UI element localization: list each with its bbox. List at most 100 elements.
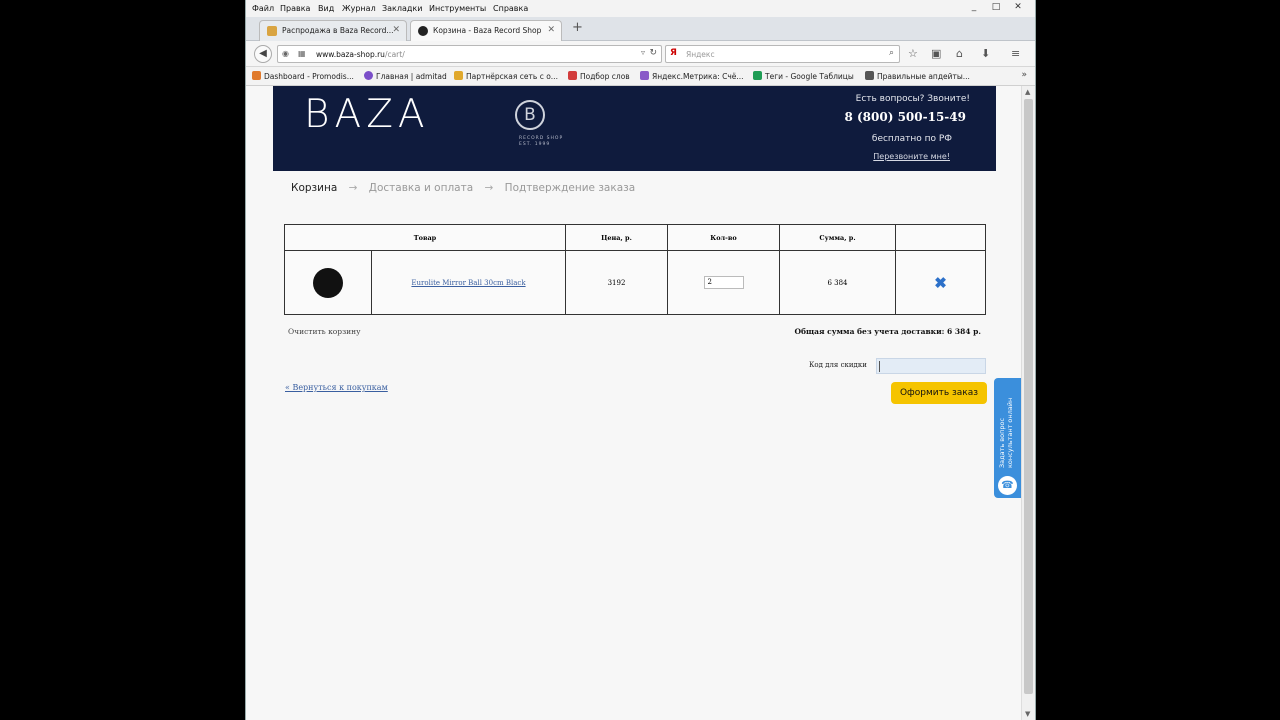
menu-help[interactable]: Справка [493,4,528,13]
promo-input[interactable] [876,358,986,374]
bookmark-metrika[interactable]: Яндекс.Метрика: Счё... [640,71,744,81]
bookmark-sheets[interactable]: Теги - Google Таблицы [753,71,854,81]
col-sum: Сумма, р. [779,224,896,251]
back-to-shop-link[interactable]: « Вернуться к покупкам [285,383,388,392]
mirror-ball-image [313,267,343,298]
bookmark-label: Теги - Google Таблицы [765,72,854,81]
tab-label: Распродажа в Baza Record... [282,26,394,35]
star-icon[interactable]: ☆ [908,47,918,60]
phone-icon: ☎ [998,476,1017,495]
home-icon[interactable]: ⌂ [956,47,963,60]
reload-icon[interactable]: ↻ [649,48,657,58]
step-separator: → [348,182,358,194]
scroll-down-icon[interactable]: ▼ [1025,710,1030,718]
maximize-icon[interactable]: □ [985,2,1007,12]
tab-favicon-icon [267,26,277,36]
qty-cell: 2 [667,250,780,315]
product-price: 3192 [565,250,668,315]
bookmark-label: Яндекс.Метрика: Счё... [652,72,744,81]
quantity-input[interactable]: 2 [703,276,744,289]
bookmark-label: Правильные апдейты... [877,72,970,81]
back-arrow-icon[interactable]: ◀ [254,45,272,63]
clear-cart-link[interactable]: Очистить корзину [288,327,361,336]
logo-subtitle: RECORD SHOP EST. 1999 [519,136,564,147]
header-question: Есть вопросы? Звоните! [855,94,970,104]
new-tab-icon[interactable]: + [572,20,583,35]
bookmark-label: Главная | admitad [376,72,447,81]
bookmark-favicon-icon [568,71,577,80]
bookmark-dashboard[interactable]: Dashboard - Promodis... [252,71,354,81]
step-separator: → [484,182,494,194]
cart-table: Товар Цена, р. Кол-во Сумма, р. Eurolite… [284,224,986,315]
promo-label: Код для скидки [809,361,867,369]
navigation-bar: ◀ ◉ ▦ www.baza-shop.ru/cart/ ▿ ↻ Я Яндек… [246,41,1035,67]
minimize-icon[interactable]: _ [963,2,985,12]
globe-icon: ◉ [282,49,289,58]
tab-label: Корзина - Baza Record Shop [433,26,542,35]
checkout-steps: Корзина → Доставка и оплата → Подтвержде… [291,182,635,194]
site-info-icon[interactable]: ▦ [298,49,306,58]
menu-bookmarks[interactable]: Закладки [382,4,422,13]
search-placeholder: Яндекс [686,50,715,59]
delete-cell: ✖ [895,250,986,315]
cart-header-row: Товар Цена, р. Кол-во Сумма, р. [284,224,986,251]
bookmark-admitad[interactable]: Главная | admitad [364,71,447,81]
url-host: www.baza-shop.ru [316,50,385,59]
ask-question-widget[interactable]: Задать вопрос консультант онлайн ☎ [994,378,1021,498]
url-bar[interactable]: ◉ ▦ www.baza-shop.ru/cart/ ▿ ↻ [277,45,662,63]
product-name-cell: Eurolite Mirror Ball 30cm Black [371,250,566,315]
table-row: Eurolite Mirror Ball 30cm Black 3192 2 6… [284,250,986,315]
bookmark-updates[interactable]: Правильные апдейты... [865,71,970,81]
tab-sale[interactable]: Распродажа в Baza Record... ✕ [259,20,407,41]
hamburger-menu-icon[interactable]: ≡ [1011,47,1020,60]
tab-close-icon[interactable]: ✕ [547,25,555,35]
clipboard-icon[interactable]: ▣ [931,47,941,60]
step-confirm: Подтверждение заказа [504,182,636,194]
menu-history[interactable]: Журнал [342,4,376,13]
header-phone[interactable]: 8 (800) 500-15-49 [844,110,966,124]
step-cart: Корзина [291,182,338,194]
bookmark-partner[interactable]: Партнёрская сеть с о... [454,71,558,81]
menu-edit[interactable]: Правка [280,4,310,13]
tab-strip: Распродажа в Baza Record... ✕ Корзина - … [246,17,1035,41]
header-free-call: бесплатно по РФ [871,134,952,144]
site-header: BAZA B RECORD SHOP EST. 1999 Есть вопросы… [273,86,996,171]
tab-cart[interactable]: Корзина - Baza Record Shop ✕ [410,20,562,41]
col-delete [895,224,986,251]
scrollbar[interactable]: ▲ ▼ [1021,86,1035,720]
col-qty: Кол-во [667,224,780,251]
product-link[interactable]: Eurolite Mirror Ball 30cm Black [411,279,525,287]
scrollbar-thumb[interactable] [1024,99,1033,694]
search-input[interactable]: Я Яндекс ⌕ [665,45,900,63]
delete-icon[interactable]: ✖ [934,274,947,292]
tab-close-icon[interactable]: ✕ [392,25,400,35]
menu-file[interactable]: Файл [252,4,274,13]
logo-mark: B [515,100,545,130]
menu-view[interactable]: Вид [318,4,334,13]
col-price: Цена, р. [565,224,668,251]
window-controls: _ □ ✕ [963,2,1029,12]
search-icon[interactable]: ⌕ [889,48,894,58]
logo[interactable]: BAZA [304,92,430,137]
cart-total: Общая сумма без учета доставки: 6 384 р. [794,327,981,336]
download-icon[interactable]: ⬇ [981,47,990,60]
col-product: Товар [284,224,566,251]
close-window-icon[interactable]: ✕ [1007,2,1029,12]
bookmark-label: Подбор слов [580,72,630,81]
bookmarks-more-icon[interactable]: » [1021,70,1027,80]
url-path: /cart/ [384,50,405,59]
bookmark-favicon-icon [364,71,373,80]
bookmark-favicon-icon [454,71,463,80]
bookmark-words[interactable]: Подбор слов [568,71,630,81]
product-thumb[interactable] [284,250,372,315]
scroll-up-icon[interactable]: ▲ [1025,88,1030,96]
bookmark-favicon-icon [640,71,649,80]
chevron-down-icon[interactable]: ▿ [641,48,645,57]
callback-link[interactable]: Перезвоните мне! [873,152,950,161]
text-caret [879,361,880,372]
bookmark-favicon-icon [252,71,261,80]
ask-widget-text: Задать вопрос консультант онлайн [998,398,1014,468]
bookmarks-bar: Dashboard - Promodis... Главная | admita… [246,67,1035,86]
menu-tools[interactable]: Инструменты [429,4,486,13]
checkout-button[interactable]: Оформить заказ [891,382,987,404]
